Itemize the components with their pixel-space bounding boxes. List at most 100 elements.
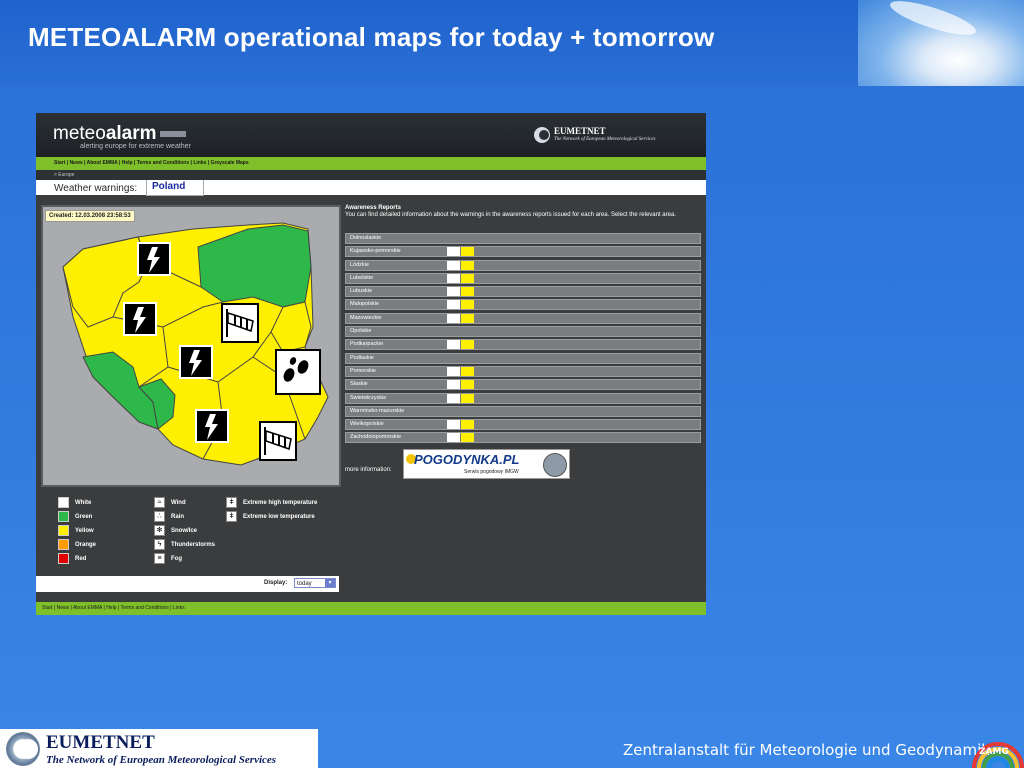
yellow-warning-cell	[461, 273, 474, 283]
region-row[interactable]: Slaskie	[345, 379, 701, 391]
zamg-logo-text: ZAMG	[979, 747, 1009, 757]
yellow-warning-cell	[461, 420, 474, 430]
region-table: Dolnoslaskie Kujawsko-pomorskie Lódzkie …	[345, 233, 701, 446]
region-row[interactable]: Lubelskie	[345, 272, 701, 284]
lightning-icon: ϟ	[154, 539, 165, 550]
eumetnet-mini-title: EUMETNET	[554, 126, 606, 136]
eumetnet-subtitle: The Network of European Meteorological S…	[46, 754, 277, 766]
swatch-yellow	[58, 525, 69, 536]
awareness-description: You can find detailed information about …	[345, 212, 676, 218]
wind-icon	[447, 433, 460, 443]
region-row[interactable]: Kujawsko-pomorskie	[345, 246, 701, 258]
legend-type-label: Wind	[171, 500, 186, 506]
region-name: Warminsko-mazurskie	[350, 407, 405, 414]
imgw-seal-icon	[543, 453, 567, 477]
region-row[interactable]: Warminsko-mazurskie	[345, 405, 701, 417]
logo-bold-text: alarm	[105, 123, 157, 144]
wind-icon	[447, 340, 460, 350]
display-bar: Display: today ▾	[36, 576, 339, 592]
fog-icon: ≡	[154, 553, 165, 564]
wind-icon: ≈	[154, 497, 165, 508]
eumetnet-ring-icon	[534, 127, 550, 143]
region-row[interactable]: Swietokrzyskie	[345, 392, 701, 404]
yellow-warning-cell	[461, 260, 474, 270]
legend-temp-label: Extreme high temperature	[243, 500, 318, 506]
yellow-warning-cell	[461, 380, 474, 390]
region-name: Mazowieckie	[350, 314, 382, 321]
region-row[interactable]: Lubuskie	[345, 286, 701, 298]
legend-level-label: Yellow	[75, 528, 94, 534]
wind-icon[interactable]	[221, 303, 259, 343]
region-name: Swietokrzyskie	[350, 394, 387, 401]
region-name: Lubelskie	[350, 274, 374, 281]
wind-icon	[447, 420, 460, 430]
meteoalarm-logo[interactable]: meteoalarm	[53, 123, 186, 145]
breadcrumb[interactable]: > Europe	[36, 170, 706, 180]
region-name: Zachodniopomorskie	[350, 434, 402, 441]
legend-type-label: Fog	[171, 556, 182, 562]
region-name: Podkarpackie	[350, 341, 384, 348]
swatch-green	[58, 511, 69, 522]
display-label: Display:	[264, 580, 288, 586]
tagline: alerting europe for extreme weather	[80, 143, 191, 150]
pogodynka-banner[interactable]: POGODYNKA.PL Serwis pogodowy IMGW	[403, 449, 570, 479]
region-row[interactable]: Mazowieckie	[345, 312, 701, 324]
yellow-warning-cell	[461, 393, 474, 403]
created-timestamp: Created: 12.03.2008 23:58:53	[45, 210, 135, 222]
chevron-down-icon[interactable]: ▾	[325, 579, 335, 587]
legend-temp-label: Extreme low temperature	[243, 514, 315, 520]
lightning-icon[interactable]	[123, 302, 157, 336]
slide-title: METEOALARM operational maps for today + …	[28, 22, 715, 52]
region-row[interactable]: Opolskie	[345, 326, 701, 338]
legend-type-label: Thunderstorms	[171, 542, 216, 548]
wind-icon	[447, 287, 460, 297]
legend-level-label: Green	[75, 514, 93, 520]
logo-light-text: meteo	[53, 123, 106, 144]
eumetnet-title: EUMETNET	[46, 732, 155, 753]
wind-icon	[447, 380, 460, 390]
yellow-warning-cell	[461, 247, 474, 257]
yellow-warning-cell	[461, 313, 474, 323]
region-row[interactable]: Dolnoslaskie	[345, 233, 701, 244]
legend: White Green Yellow Orange Red ≈ Wind ∴ R…	[58, 497, 358, 577]
yellow-warning-cell	[461, 366, 474, 376]
region-row[interactable]: Pomorskie	[345, 365, 701, 377]
region-name: Slaskie	[350, 381, 368, 388]
wind-icon[interactable]	[259, 421, 297, 461]
legend-level-label: Orange	[75, 542, 97, 548]
thermometer-high-icon: ǂ	[226, 497, 237, 508]
warnings-label: Weather warnings:	[54, 183, 138, 194]
legend-type-label: Snow/Ice	[171, 528, 198, 534]
wind-icon	[447, 260, 460, 270]
country-tab[interactable]: Poland	[146, 180, 204, 196]
display-select[interactable]: today ▾	[294, 578, 336, 588]
region-row[interactable]: Lódzkie	[345, 259, 701, 271]
lightning-icon[interactable]	[179, 345, 213, 379]
warnings-bar: Weather warnings: Poland	[36, 180, 706, 196]
rain-icon: ∴	[154, 511, 165, 522]
region-name: Podlaskie	[350, 354, 374, 361]
wind-icon	[447, 366, 460, 376]
thermometer-low-icon: ǂ	[226, 511, 237, 522]
lightning-icon[interactable]	[137, 242, 171, 276]
eumetnet-mini-logo[interactable]: EUMETNET The Network of European Meteoro…	[534, 125, 684, 147]
zamg-logo: ZAMG	[972, 742, 1024, 768]
lightning-icon[interactable]	[195, 409, 229, 443]
meteoalarm-screenshot: meteoalarm alerting europe for extreme w…	[36, 113, 706, 615]
region-row[interactable]: Malopolskie	[345, 299, 701, 311]
rain-icon[interactable]	[275, 349, 321, 395]
region-row[interactable]: Zachodniopomorskie	[345, 432, 701, 444]
region-row[interactable]: Wielkopolskie	[345, 419, 701, 431]
top-nav[interactable]: Start | News | About EMMA | Help | Terms…	[36, 157, 706, 170]
legend-level-label: Red	[75, 556, 87, 562]
footer-nav[interactable]: Start | News | About EMMA | Help | Terms…	[36, 602, 706, 615]
region-row[interactable]: Podkarpackie	[345, 339, 701, 351]
zamg-org-name: Zentralanstalt für Meteorologie und Geod…	[623, 741, 990, 759]
region-name: Kujawsko-pomorskie	[350, 248, 401, 255]
sky-image	[858, 0, 1024, 86]
region-row[interactable]: Podlaskie	[345, 352, 701, 364]
region-name: Opolskie	[350, 328, 372, 335]
yellow-warning-cell	[461, 300, 474, 310]
region-name: Lódzkie	[350, 261, 369, 268]
swatch-red	[58, 553, 69, 564]
